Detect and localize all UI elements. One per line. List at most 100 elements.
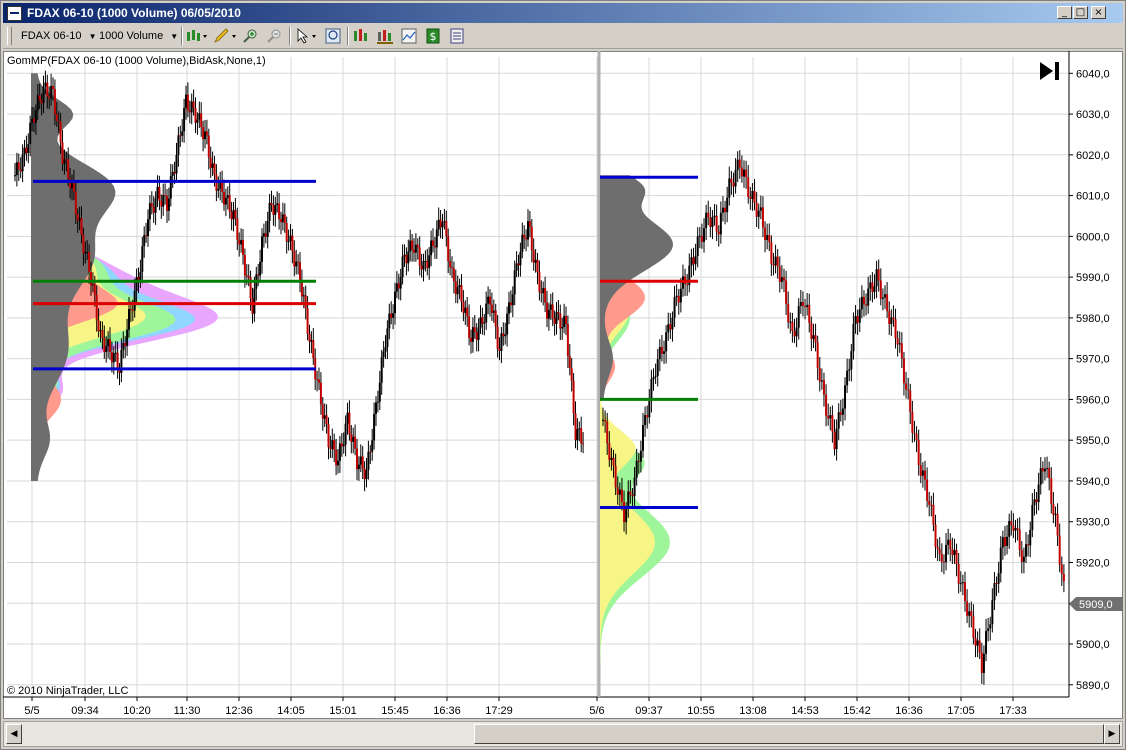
candle-session-2: [606, 421, 609, 444]
candle-session-1: [281, 214, 284, 223]
candle-session-2: [833, 431, 836, 450]
candle-session-2: [818, 367, 821, 382]
indicators-icon[interactable]: [353, 28, 369, 44]
candle-session-2: [806, 304, 809, 308]
x-tick-label: 09:34: [71, 705, 99, 717]
candle-session-2: [892, 317, 895, 320]
candle-session-2: [648, 401, 651, 418]
candle-session-1: [17, 162, 20, 170]
candle-session-1: [403, 254, 406, 257]
maximize-button[interactable]: □: [1073, 6, 1088, 19]
candle-session-2: [877, 269, 880, 281]
candle-session-1: [238, 239, 241, 245]
candle-session-1: [188, 110, 191, 113]
candle-session-1: [475, 332, 478, 340]
candle-session-2: [850, 351, 853, 370]
candle-session-2: [623, 501, 626, 523]
candle-session-2: [949, 539, 952, 550]
candle-session-1: [302, 295, 305, 297]
candle-session-2: [871, 282, 874, 292]
candle-session-1: [333, 440, 336, 450]
candle-session-2: [799, 301, 802, 307]
candle-session-2: [745, 169, 748, 178]
candle-session-1: [61, 142, 64, 164]
candle-session-1: [549, 304, 552, 310]
scroll-right-button[interactable]: ▶: [1104, 724, 1120, 744]
candle-session-1: [105, 346, 108, 352]
candle-session-2: [989, 624, 992, 629]
candle-session-2: [860, 296, 863, 310]
candle-session-2: [709, 217, 712, 227]
candle-session-1: [101, 330, 104, 338]
candle-session-2: [736, 159, 739, 171]
strategies-icon[interactable]: [377, 28, 393, 44]
candle-session-2: [966, 601, 969, 616]
data-box-icon[interactable]: [449, 28, 465, 44]
candle-session-1: [420, 265, 423, 270]
candle-session-1: [432, 240, 434, 246]
candle-session-2: [793, 331, 796, 337]
candle-session-1: [15, 162, 18, 176]
bar-type-icon[interactable]: [186, 28, 208, 44]
scroll-to-end-icon[interactable]: [1037, 60, 1063, 82]
candle-session-2: [928, 500, 931, 505]
candle-session-1: [416, 244, 419, 248]
candle-session-2: [905, 383, 908, 390]
minimize-button[interactable]: _: [1057, 6, 1072, 19]
period-selector[interactable]: 1000 Volume ▼: [99, 27, 178, 45]
period-label: 1000 Volume: [99, 30, 164, 42]
candle-session-2: [602, 419, 604, 421]
candle-session-1: [468, 316, 471, 338]
x-tick-label: 13:08: [739, 705, 767, 717]
close-button[interactable]: ×: [1091, 6, 1106, 19]
candle-session-2: [635, 460, 638, 478]
candle-session-2: [985, 630, 988, 654]
candle-session-2: [618, 489, 621, 495]
magnifier-icon[interactable]: [325, 28, 341, 44]
instrument-selector[interactable]: FDAX 06-10 ▼: [21, 27, 97, 45]
cursor-icon[interactable]: [295, 28, 319, 44]
candle-session-2: [614, 465, 617, 488]
candle-session-2: [953, 550, 956, 555]
scroll-left-button[interactable]: ◀: [6, 724, 22, 744]
candle-session-2: [633, 477, 636, 497]
candle-session-1: [509, 302, 512, 306]
candle-session-1: [437, 219, 440, 230]
drawing-pencil-icon[interactable]: [213, 28, 237, 44]
candle-session-1: [207, 135, 210, 158]
candle-session-1: [230, 211, 233, 220]
candle-session-1: [570, 368, 573, 381]
candle-session-1: [304, 295, 307, 309]
candle-session-1: [553, 318, 556, 324]
candle-session-2: [1027, 544, 1030, 546]
candle-session-2: [677, 295, 680, 303]
candle-session-1: [107, 339, 110, 347]
chart-properties-icon[interactable]: [401, 28, 417, 44]
candle-session-2: [1058, 535, 1061, 565]
candle-session-1: [65, 159, 68, 161]
candle-session-1: [565, 316, 567, 324]
candle-session-2: [610, 457, 613, 460]
candle-session-1: [449, 260, 452, 268]
candle-session-1: [224, 197, 227, 205]
candle-session-1: [158, 186, 161, 201]
candle-session-1: [175, 154, 178, 174]
chart-toolbar: FDAX 06-10 ▼ 1000 Volume ▼ $: [3, 24, 1123, 49]
candle-session-1: [319, 382, 322, 405]
candle-session-1: [422, 261, 425, 270]
candle-session-2: [751, 190, 754, 199]
candle-session-1: [352, 436, 355, 442]
zoom-out-icon[interactable]: [267, 28, 283, 44]
zoom-in-icon[interactable]: [243, 28, 259, 44]
toolbar-grip[interactable]: [7, 27, 12, 45]
horizontal-scrollbar[interactable]: ◀ ▶: [3, 721, 1123, 747]
title-bar[interactable]: FDAX 06-10 (1000 Volume) 06/05/2010 _ □ …: [3, 3, 1123, 23]
price-chart[interactable]: 6040,0 6030,0 6020,0 6010,0 6000,0 5990,0 5980…: [3, 51, 1123, 719]
candle-session-2: [1020, 550, 1023, 562]
dollar-icon[interactable]: $: [425, 28, 441, 44]
candle-session-1: [451, 267, 453, 269]
candle-session-2: [911, 411, 914, 433]
candle-session-1: [171, 171, 174, 176]
scrollbar-thumb[interactable]: [474, 724, 1104, 744]
candle-session-1: [14, 175, 16, 177]
